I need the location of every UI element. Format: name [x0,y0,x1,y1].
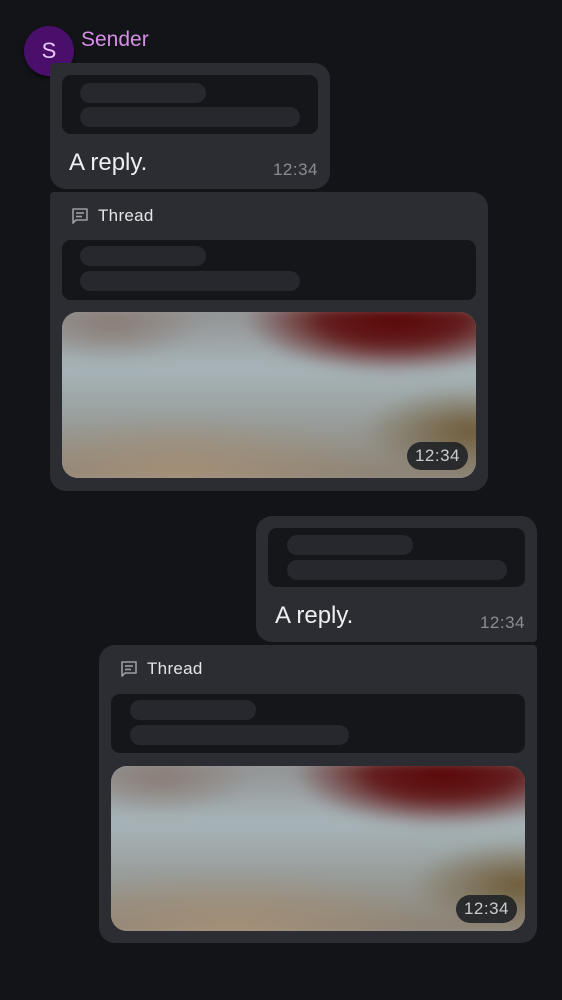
quote-skeleton-line [287,560,507,580]
quote-skeleton-line [130,700,256,720]
message-timestamp: 12:34 [272,160,318,179]
quote-skeleton-line [80,83,206,103]
quote-skeleton-line [80,107,300,127]
incoming-reply-bubble[interactable]: A reply. 12:34 [50,63,330,189]
quote-skeleton-line [80,246,206,266]
outgoing-reply-bubble[interactable]: A reply. 12:34 [256,516,537,642]
thread-indicator[interactable]: Thread [119,659,203,679]
thread-icon [72,208,88,224]
quote-skeleton-line [130,725,349,745]
message-text: A reply. [69,149,148,176]
image-attachment[interactable]: 12:34 [62,312,476,478]
sender-name[interactable]: Sender [81,28,149,52]
quote-skeleton-line [287,535,413,555]
incoming-thread-bubble[interactable]: Thread 12:34 [50,192,488,491]
quoted-message-preview[interactable] [62,240,476,300]
thread-indicator[interactable]: Thread [70,206,154,226]
thread-label: Thread [147,659,203,678]
message-text: A reply. [275,602,354,629]
message-timestamp: 12:34 [479,613,525,632]
quoted-message-preview[interactable] [268,528,525,587]
thread-icon [121,661,137,677]
chat-timeline: S Sender A reply. 12:34 Thread 12:34 A r… [0,0,562,1000]
quote-skeleton-line [80,271,300,291]
avatar-initial: S [41,38,57,63]
image-attachment[interactable]: 12:34 [111,766,525,931]
outgoing-thread-bubble[interactable]: Thread 12:34 [99,645,537,943]
quoted-message-preview[interactable] [62,75,318,134]
image-timestamp: 12:34 [455,895,517,923]
quoted-message-preview[interactable] [111,694,525,753]
image-timestamp: 12:34 [406,442,468,470]
thread-label: Thread [98,206,154,225]
